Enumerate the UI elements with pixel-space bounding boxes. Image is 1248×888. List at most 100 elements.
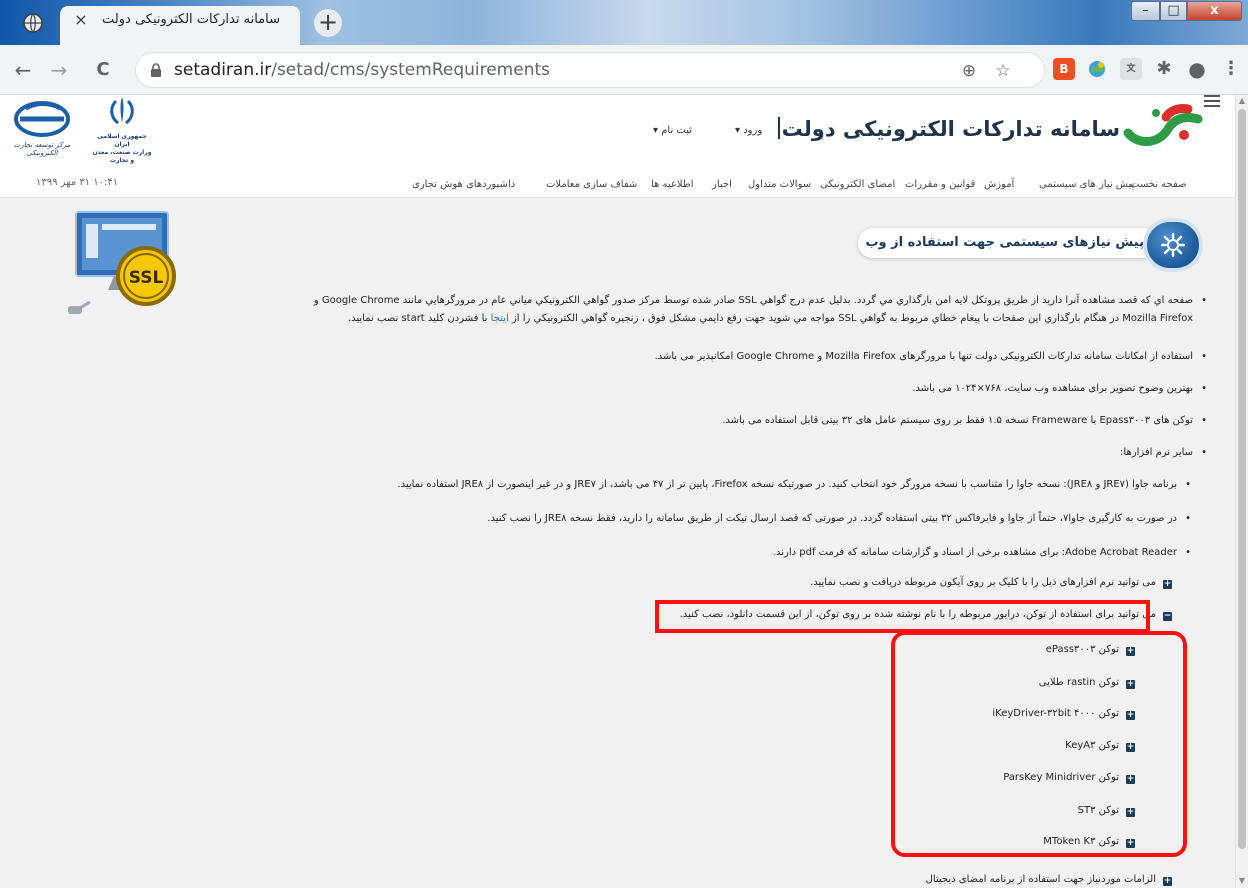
scroll-down-icon[interactable]: ▼ [1238, 877, 1246, 885]
setad-logo-icon [1123, 104, 1203, 146]
zoom-icon[interactable]: ⊕ [958, 60, 980, 82]
browser-support-item: • استفاده از امکانات سامانه تدارکات الکت… [93, 348, 1207, 366]
star-icon[interactable]: ☆ [992, 60, 1014, 82]
header-separator [778, 117, 780, 139]
nav-laws[interactable]: قوانین و مقررات [905, 179, 975, 190]
login-link[interactable]: ورود ▾ [735, 125, 762, 136]
ministry-logo[interactable]: جمهوری اسلامی ایران وزارت صنعت، معدن و ت… [92, 95, 152, 164]
login-label: ورود [743, 125, 763, 136]
bullet: • [1201, 351, 1207, 362]
here-link[interactable]: اینجا [491, 313, 509, 324]
software-download-label: می توانید نرم افزارهای ذیل را با کلیک بر… [810, 577, 1156, 588]
highlight-box-tokens [891, 631, 1187, 857]
software-download-node[interactable]: + می توانید نرم افزارهای ذیل را با کلیک … [472, 577, 1172, 593]
nav-transparency[interactable]: شفاف سازی معاملات [546, 179, 637, 190]
digital-signature-node[interactable]: + الزامات موردنیاز جهت استفاده از برنامه… [472, 874, 1172, 888]
site-header: مرکز توسعه تجارت الکترونیکی جمهوری اسلام… [0, 95, 1248, 170]
url-text: setadiran.ir/setad/cms/systemRequirement… [174, 60, 550, 80]
resolution-text: بهترین وضوح تصویر برای مشاهده وب سایت، ۷… [912, 383, 1193, 394]
highlight-box-driver [655, 600, 1150, 633]
globe-icon [23, 13, 43, 33]
site-title: سامانه تدارکات الکترونیکی دولت [781, 117, 1120, 141]
token-os-item: • توکن های Epass۳۰۰۳ با Frameware نسخه ۱… [93, 412, 1207, 430]
nav-news[interactable]: اخبار [712, 179, 732, 190]
hamburger-icon[interactable] [1204, 95, 1220, 109]
ssl-paragraph: • صفحه اي كه قصد مشاهده آنرا داريد از طر… [13, 292, 1207, 328]
nav-faq[interactable]: سوالات متداول [748, 179, 811, 190]
tab-title: سامانه تدارکات الکترونیکی دولت [102, 12, 280, 27]
token-os-text: توکن های Epass۳۰۰۳ با Frameware نسخه ۱.۵… [722, 415, 1193, 426]
other-software-item: • سایر نرم افزارها: [93, 444, 1207, 462]
ssl-text-line1: صفحه اي كه قصد مشاهده آنرا داريد از طريق… [313, 295, 1193, 306]
acrobat-item: • Adobe Acrobat Reader: برای مشاهده برخی… [57, 544, 1191, 562]
resolution-item: • بهترین وضوح تصویر برای مشاهده وب سایت،… [93, 380, 1207, 398]
bullet: • [1185, 479, 1191, 490]
collapse-icon[interactable]: − [1163, 612, 1172, 621]
browser-window: سامانه تدارکات الکترونیکی دولت × + – □ x… [0, 0, 1248, 888]
brand[interactable]: سامانه تدارکات الکترونیکی دولت [782, 99, 1220, 155]
maximize-button[interactable]: □ [1160, 1, 1187, 21]
acrobat-text: Adobe Acrobat Reader: برای مشاهده برخی ا… [772, 547, 1177, 558]
bullet: • [1185, 547, 1191, 558]
extension-globe-icon[interactable] [1086, 58, 1108, 80]
bullet: • [1201, 383, 1207, 394]
extensions-icon[interactable]: ✱ [1153, 58, 1175, 80]
java-text: برنامه جاوا (JRE۷ و JRE۸): نسخه جاوا را … [397, 479, 1177, 490]
java7-item: • در صورت به کارگیری جاوا۷، حتماً از جاو… [57, 510, 1191, 528]
nav-bi-dashboards[interactable]: داشبوردهای هوش تجاری [412, 179, 515, 190]
ssl-text-line2: Mozilla Firefox در هنگام بارگذاري اين صف… [13, 310, 1193, 328]
signup-label: ثبت نام [661, 125, 693, 136]
address-bar[interactable]: setadiran.ir/setad/cms/systemRequirement… [135, 52, 1045, 88]
nav-system-requirements[interactable]: پیش نیاز های سیستمی [1039, 179, 1134, 190]
bullet: • [1185, 513, 1191, 524]
scroll-thumb[interactable] [1238, 109, 1246, 849]
nav-e-signature[interactable]: امضای الکترونیکی [820, 179, 895, 190]
window-controls: – □ x [1131, 0, 1248, 24]
datetime: ۱۰:۴۱ ۳۱ مهر ۱۳۹۹ [36, 177, 119, 188]
expand-icon[interactable]: + [1163, 580, 1172, 589]
reload-button[interactable]: C [92, 59, 114, 81]
java-item: • برنامه جاوا (JRE۷ و JRE۸): نسخه جاوا ر… [57, 476, 1191, 494]
ecommerce-logo-icon [14, 101, 70, 137]
url-path: /setad/cms/systemRequirements [271, 60, 551, 80]
nav-announcements[interactable]: اطلاعیه ها [651, 179, 694, 190]
nav-training[interactable]: آموزش [984, 179, 1014, 190]
expand-icon[interactable]: + [1163, 877, 1172, 886]
gear-icon [1160, 232, 1186, 258]
bullet: • [1201, 415, 1207, 426]
java7-text: در صورت به کارگیری جاوا۷، حتماً از جاوا … [487, 513, 1177, 524]
lock-icon [151, 63, 161, 77]
minimize-button[interactable]: – [1131, 1, 1160, 21]
page-title: پیش نیازهای سیستمی جهت استفاده از وب [865, 235, 1144, 250]
iran-emblem-icon [110, 97, 134, 125]
new-tab-button[interactable]: + [314, 9, 342, 37]
ssl-text-line2-b: با فشردن کلید start نصب نمایید. [347, 313, 488, 324]
ecommerce-center-logo[interactable]: مرکز توسعه تجارت الکترونیکی [6, 97, 78, 163]
extension-b-icon[interactable]: B [1053, 58, 1075, 80]
scroll-up-icon[interactable]: ▲ [1238, 97, 1246, 105]
main-nav: ۱۰:۴۱ ۳۱ مهر ۱۳۹۹ صفحه نخست پیش نیاز های… [0, 170, 1235, 198]
close-window-button[interactable]: x [1187, 1, 1242, 21]
settings-badge [1143, 218, 1203, 272]
browser-support-text: استفاده از امکانات سامانه تدارکات الکترو… [654, 351, 1193, 362]
back-button[interactable]: ← [12, 59, 34, 81]
page-title-pill: پیش نیازهای سیستمی جهت استفاده از وب [858, 228, 1158, 258]
extension-translate-icon[interactable]: 文 [1120, 58, 1142, 80]
ssl-badge-label: SSL [129, 268, 164, 288]
bullet: • [1201, 295, 1207, 306]
tab-bar: سامانه تدارکات الکترونیکی دولت × + – □ x [0, 0, 1248, 45]
bullet: • [1201, 447, 1207, 458]
ministry-text: وزارت صنعت، معدن و تجارت [92, 149, 152, 164]
more-icon[interactable]: ⋮ [1220, 58, 1242, 80]
digital-signature-label: الزامات موردنیاز جهت استفاده از برنامه ا… [925, 874, 1156, 885]
iran-republic-text: جمهوری اسلامی ایران [97, 133, 147, 148]
signup-link[interactable]: ثبت نام ▾ [653, 125, 692, 136]
profile-icon[interactable]: ● [1186, 58, 1208, 80]
nav-home[interactable]: صفحه نخست [1130, 179, 1187, 190]
forward-button[interactable]: → [48, 59, 70, 81]
url-host: setadiran.ir [174, 60, 272, 80]
tab-close-icon[interactable]: × [72, 11, 90, 29]
ssl-text-line2-a: Mozilla Firefox در هنگام بارگذاري اين صف… [511, 313, 1193, 324]
page-scrollbar[interactable]: ▲ ▼ [1235, 95, 1248, 888]
main-content: SSL پیش نیازهای سیستمی جهت استفاده از وب… [0, 198, 1235, 888]
